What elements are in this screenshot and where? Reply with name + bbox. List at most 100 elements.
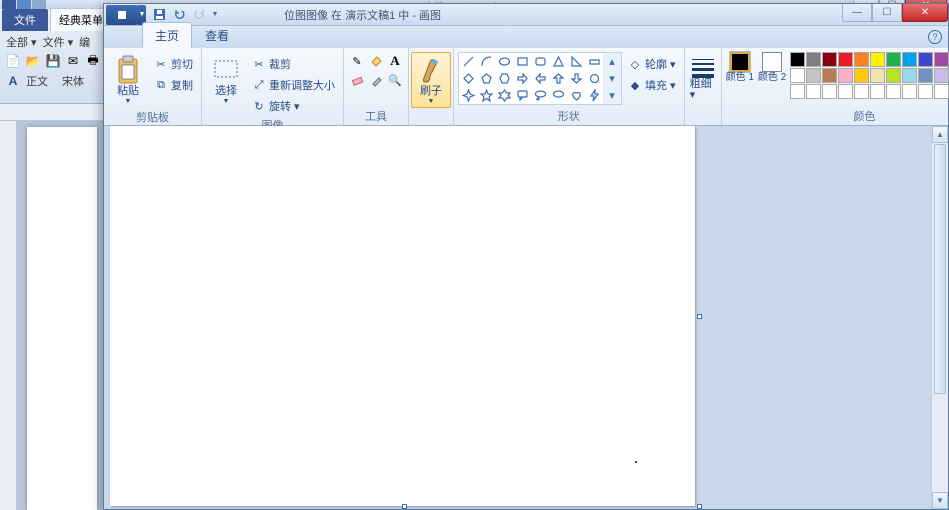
- shape-rect[interactable]: [513, 53, 531, 70]
- eraser-tool[interactable]: [348, 71, 366, 89]
- qat-customize-drop[interactable]: ▼: [210, 6, 220, 24]
- palette-swatch[interactable]: [886, 52, 901, 67]
- scroll-up-button[interactable]: ▲: [932, 126, 948, 143]
- shape-triangle[interactable]: [567, 53, 585, 70]
- word-font[interactable]: 宋体: [60, 73, 86, 89]
- tab-home[interactable]: 主页: [142, 22, 192, 48]
- shape-outline-button[interactable]: ◇轮廓 ▾: [624, 54, 680, 74]
- palette-swatch[interactable]: [886, 84, 901, 99]
- shape-fill-button[interactable]: ◆填充 ▾: [624, 75, 680, 95]
- shape-roundrect[interactable]: [531, 53, 549, 70]
- palette-swatch[interactable]: [934, 52, 949, 67]
- color2-button[interactable]: 颜色 2: [758, 52, 786, 83]
- mail-icon[interactable]: ✉: [64, 52, 82, 70]
- palette-swatch[interactable]: [790, 52, 805, 67]
- print-icon[interactable]: 🖶: [84, 52, 102, 70]
- palette-swatch[interactable]: [870, 84, 885, 99]
- shape-star4[interactable]: [459, 87, 477, 104]
- close-button[interactable]: ✕: [902, 4, 948, 22]
- paste-button[interactable]: 粘贴 ▼: [108, 52, 148, 108]
- shape-curve[interactable]: [477, 53, 495, 70]
- picker-tool[interactable]: [367, 71, 385, 89]
- palette-swatch[interactable]: [902, 68, 917, 83]
- palette-swatch[interactable]: [790, 68, 805, 83]
- copy-button[interactable]: ⧉复制: [150, 75, 197, 95]
- help-button[interactable]: ?: [928, 30, 942, 44]
- tab-view[interactable]: 查看: [192, 22, 242, 48]
- shape-arrow-d[interactable]: [567, 70, 585, 87]
- palette-swatch[interactable]: [806, 52, 821, 67]
- pencil-tool[interactable]: ✎: [348, 52, 366, 70]
- palette-swatch[interactable]: [870, 52, 885, 67]
- palette-swatch[interactable]: [838, 68, 853, 83]
- resize-button[interactable]: ⤢重新调整大小: [248, 75, 339, 95]
- shape-scroll-dn[interactable]: ▾: [603, 70, 621, 87]
- shape-more2[interactable]: [585, 70, 603, 87]
- canvas[interactable]: [110, 126, 695, 506]
- crop-button[interactable]: ✂裁剪: [248, 54, 339, 74]
- shape-polygon[interactable]: [549, 53, 567, 70]
- word-edit-menu[interactable]: 编: [77, 34, 92, 50]
- shapes-gallery[interactable]: ▴ ▾: [458, 52, 622, 105]
- new-doc-icon[interactable]: 📄: [4, 52, 22, 70]
- palette-swatch[interactable]: [822, 68, 837, 83]
- word-file-menu[interactable]: 文件 ▾: [41, 34, 76, 50]
- text-tool[interactable]: A: [386, 52, 404, 70]
- size-button[interactable]: 粗细 ▾: [687, 52, 719, 104]
- brushes-button[interactable]: 刷子 ▼: [411, 52, 451, 108]
- shape-diamond[interactable]: [459, 70, 477, 87]
- palette-swatch[interactable]: [934, 84, 949, 99]
- palette-swatch[interactable]: [918, 68, 933, 83]
- rotate-button[interactable]: ↻旋转 ▾: [248, 96, 339, 116]
- resize-handle-e[interactable]: [697, 314, 702, 319]
- shape-heart[interactable]: [567, 87, 585, 104]
- shape-pentagon[interactable]: [477, 70, 495, 87]
- shape-hexagon[interactable]: [495, 70, 513, 87]
- palette-swatch[interactable]: [838, 52, 853, 67]
- save-icon[interactable]: 💾: [44, 52, 62, 70]
- select-button[interactable]: 选择 ▼: [206, 52, 246, 108]
- open-icon[interactable]: 📂: [24, 52, 42, 70]
- shape-callout2[interactable]: [531, 87, 549, 104]
- maximize-button[interactable]: ☐: [872, 4, 902, 22]
- palette-swatch[interactable]: [854, 52, 869, 67]
- word-all-menu[interactable]: 全部 ▾: [4, 34, 39, 50]
- qat-save-button[interactable]: [150, 6, 168, 24]
- palette-swatch[interactable]: [918, 84, 933, 99]
- palette-swatch[interactable]: [918, 52, 933, 67]
- palette-swatch[interactable]: [870, 68, 885, 83]
- shape-arrow-l[interactable]: [531, 70, 549, 87]
- palette-swatch[interactable]: [790, 84, 805, 99]
- palette-swatch[interactable]: [854, 84, 869, 99]
- palette-swatch[interactable]: [838, 84, 853, 99]
- shape-callout3[interactable]: [549, 87, 567, 104]
- palette-swatch[interactable]: [806, 84, 821, 99]
- shape-callout1[interactable]: [513, 87, 531, 104]
- palette-swatch[interactable]: [854, 68, 869, 83]
- shape-arrow-u[interactable]: [549, 70, 567, 87]
- shape-oval[interactable]: [495, 53, 513, 70]
- shape-more1[interactable]: [585, 53, 603, 70]
- palette-swatch[interactable]: [822, 52, 837, 67]
- palette-swatch[interactable]: [934, 68, 949, 83]
- shape-star6[interactable]: [495, 87, 513, 104]
- palette-swatch[interactable]: [902, 52, 917, 67]
- shape-line[interactable]: [459, 53, 477, 70]
- shape-gallery-more[interactable]: ▾: [603, 87, 621, 104]
- scrollbar-vertical[interactable]: ▲ ▼: [931, 126, 948, 509]
- shape-scroll-up[interactable]: ▴: [603, 53, 621, 70]
- shape-arrow-r[interactable]: [513, 70, 531, 87]
- scroll-down-button[interactable]: ▼: [932, 492, 948, 509]
- scroll-thumb[interactable]: [934, 144, 946, 394]
- shape-lightning[interactable]: [585, 87, 603, 104]
- resize-handle-se[interactable]: [697, 504, 702, 509]
- paint-app-menu[interactable]: [106, 5, 138, 25]
- fill-tool[interactable]: [367, 52, 385, 70]
- color1-button[interactable]: 颜色 1: [726, 52, 754, 83]
- palette-swatch[interactable]: [886, 68, 901, 83]
- palette-swatch[interactable]: [902, 84, 917, 99]
- resize-handle-s[interactable]: [402, 504, 407, 509]
- word-style-normal[interactable]: 正文: [24, 73, 50, 89]
- palette-swatch[interactable]: [806, 68, 821, 83]
- minimize-button[interactable]: —: [842, 4, 872, 22]
